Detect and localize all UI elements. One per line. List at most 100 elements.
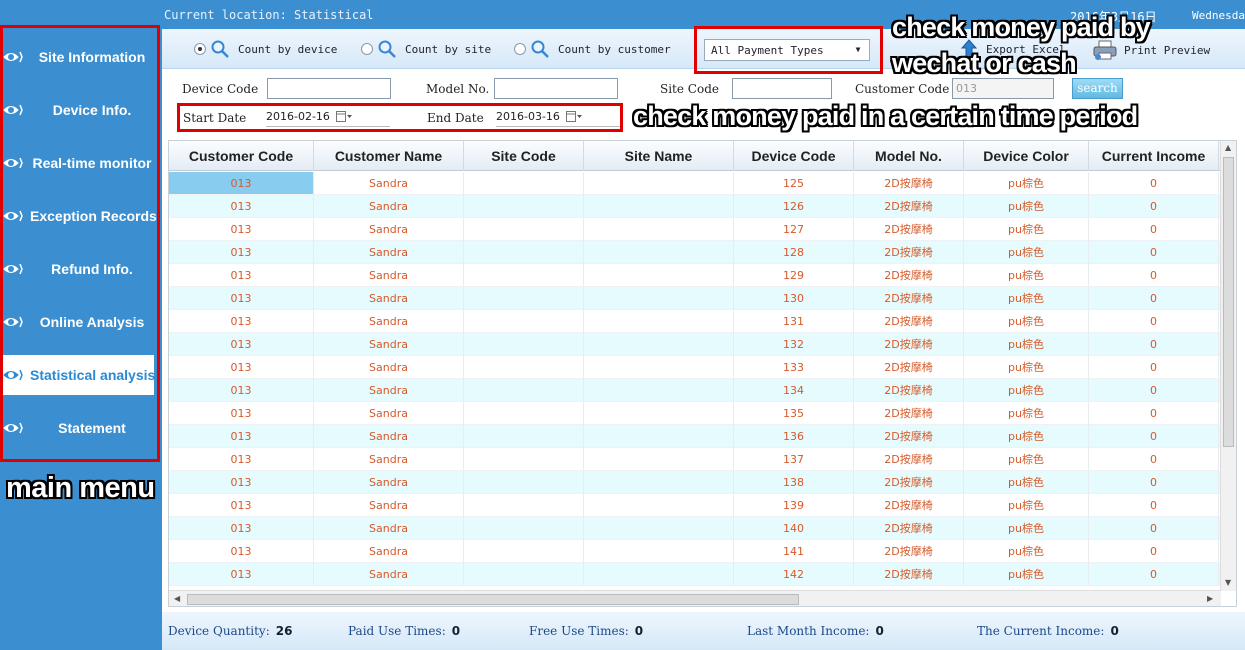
model-no-input[interactable] [494,78,618,99]
start-date-picker[interactable]: 2016-02-16 [266,107,390,127]
table-cell: 135 [734,402,854,425]
free-use-summary: Free Use Times: 0 [529,624,643,638]
table-row[interactable]: 013 Sandra 125 2D按摩椅 pu棕色 0 [169,172,1221,195]
table-row[interactable]: 013 Sandra 133 2D按摩椅 pu棕色 0 [169,356,1221,379]
table-row[interactable]: 013 Sandra 126 2D按摩椅 pu棕色 0 [169,195,1221,218]
table-row[interactable]: 013 Sandra 136 2D按摩椅 pu棕色 0 [169,425,1221,448]
site-code-input[interactable] [732,78,832,99]
table-cell: 013 [169,264,314,287]
table-row[interactable]: 013 Sandra 140 2D按摩椅 pu棕色 0 [169,517,1221,540]
table-cell: 126 [734,195,854,218]
table-cell: pu棕色 [964,218,1089,241]
table-cell: Sandra [314,448,464,471]
table-cell: 0 [1089,563,1219,586]
table-cell: 0 [1089,172,1219,195]
end-date-value: 2016-03-16 [496,110,560,123]
table-row[interactable]: 013 Sandra 141 2D按摩椅 pu棕色 0 [169,540,1221,563]
period-annotation: check money paid in a certain time perio… [633,101,1138,131]
table-cell [584,264,734,287]
table-cell [584,333,734,356]
device-code-input[interactable] [267,78,391,99]
table-cell [464,494,584,517]
table-cell: 013 [169,540,314,563]
table-row[interactable]: 013 Sandra 127 2D按摩椅 pu棕色 0 [169,218,1221,241]
free-use-value: 0 [634,624,644,638]
calendar-icon[interactable] [565,110,582,123]
current-income-label: The Current Income: [977,624,1105,638]
table-cell [584,540,734,563]
column-header[interactable]: Device Code [734,141,854,171]
table-cell [464,471,584,494]
paid-use-summary: Paid Use Times: 0 [348,624,460,638]
current-location: Current location: Statistical [164,8,374,22]
table-row[interactable]: 013 Sandra 139 2D按摩椅 pu棕色 0 [169,494,1221,517]
table-cell: 137 [734,448,854,471]
table-cell [464,540,584,563]
column-header[interactable]: Device Color [964,141,1089,171]
customer-code-input[interactable] [952,78,1054,99]
table-cell: 2D按摩椅 [854,287,964,310]
calendar-icon[interactable] [335,110,352,123]
scroll-down-icon[interactable]: ▼ [1225,578,1231,587]
column-header[interactable]: Site Name [584,141,734,171]
column-header[interactable]: Customer Name [314,141,464,171]
table-row[interactable]: 013 Sandra 137 2D按摩椅 pu棕色 0 [169,448,1221,471]
table-row[interactable]: 013 Sandra 130 2D按摩椅 pu棕色 0 [169,287,1221,310]
column-header[interactable]: Model No. [854,141,964,171]
paid-use-value: 0 [451,624,461,638]
table-row[interactable]: 013 Sandra 134 2D按摩椅 pu棕色 0 [169,379,1221,402]
radio-count-by-device[interactable]: Count by device [194,39,337,59]
table-cell: 2D按摩椅 [854,264,964,287]
table-row[interactable]: 013 Sandra 129 2D按摩椅 pu棕色 0 [169,264,1221,287]
scroll-left-icon[interactable]: ◀ [174,594,180,603]
table-cell: 2D按摩椅 [854,379,964,402]
table-row[interactable]: 013 Sandra 131 2D按摩椅 pu棕色 0 [169,310,1221,333]
table-row[interactable]: 013 Sandra 138 2D按摩椅 pu棕色 0 [169,471,1221,494]
table-cell: 131 [734,310,854,333]
radio-count-by-customer[interactable]: Count by customer [514,39,671,59]
payment-type-value: All Payment Types [711,44,824,57]
radio-count-by-site[interactable]: Count by site [361,39,491,59]
table-cell: 2D按摩椅 [854,494,964,517]
table-cell: 142 [734,563,854,586]
table-cell: 2D按摩椅 [854,471,964,494]
table-cell: pu棕色 [964,471,1089,494]
vertical-scrollbar[interactable]: ▲ ▼ [1220,141,1236,591]
chevron-down-icon: ▼ [855,45,861,54]
table-cell: pu棕色 [964,563,1089,586]
column-header[interactable]: Current Income [1089,141,1219,171]
scroll-right-icon[interactable]: ▶ [1207,594,1213,603]
table-row[interactable]: 013 Sandra 135 2D按摩椅 pu棕色 0 [169,402,1221,425]
radio-button[interactable] [514,43,526,55]
table-cell [584,402,734,425]
table-cell [464,218,584,241]
column-header[interactable]: Customer Code [169,141,314,171]
table-cell: 013 [169,448,314,471]
payment-type-select[interactable]: All Payment Types ▼ [704,39,870,61]
scroll-up-icon[interactable]: ▲ [1225,143,1231,152]
table-cell: 139 [734,494,854,517]
table-cell: 136 [734,425,854,448]
table-row[interactable]: 013 Sandra 132 2D按摩椅 pu棕色 0 [169,333,1221,356]
table-cell: pu棕色 [964,333,1089,356]
current-income-summary: The Current Income: 0 [977,624,1119,638]
radio-button[interactable] [194,43,206,55]
radio-button[interactable] [361,43,373,55]
horizontal-scroll-thumb[interactable] [187,594,799,605]
table-cell [464,333,584,356]
table-cell: pu棕色 [964,195,1089,218]
table-cell: 2D按摩椅 [854,402,964,425]
vertical-scroll-thumb[interactable] [1223,157,1234,447]
column-header[interactable]: Site Code [464,141,584,171]
table-row[interactable]: 013 Sandra 128 2D按摩椅 pu棕色 0 [169,241,1221,264]
end-date-picker[interactable]: 2016-03-16 [496,107,620,127]
horizontal-scrollbar[interactable]: ◀ ▶ [169,590,1221,606]
main-menu-highlight [0,25,160,462]
table-cell [464,448,584,471]
table-cell: Sandra [314,172,464,195]
table-cell: 013 [169,310,314,333]
payment-annotation-line2: wechat or cash [892,48,1077,78]
start-date-value: 2016-02-16 [266,110,330,123]
search-button[interactable]: search [1072,78,1123,99]
table-row[interactable]: 013 Sandra 142 2D按摩椅 pu棕色 0 [169,563,1221,586]
